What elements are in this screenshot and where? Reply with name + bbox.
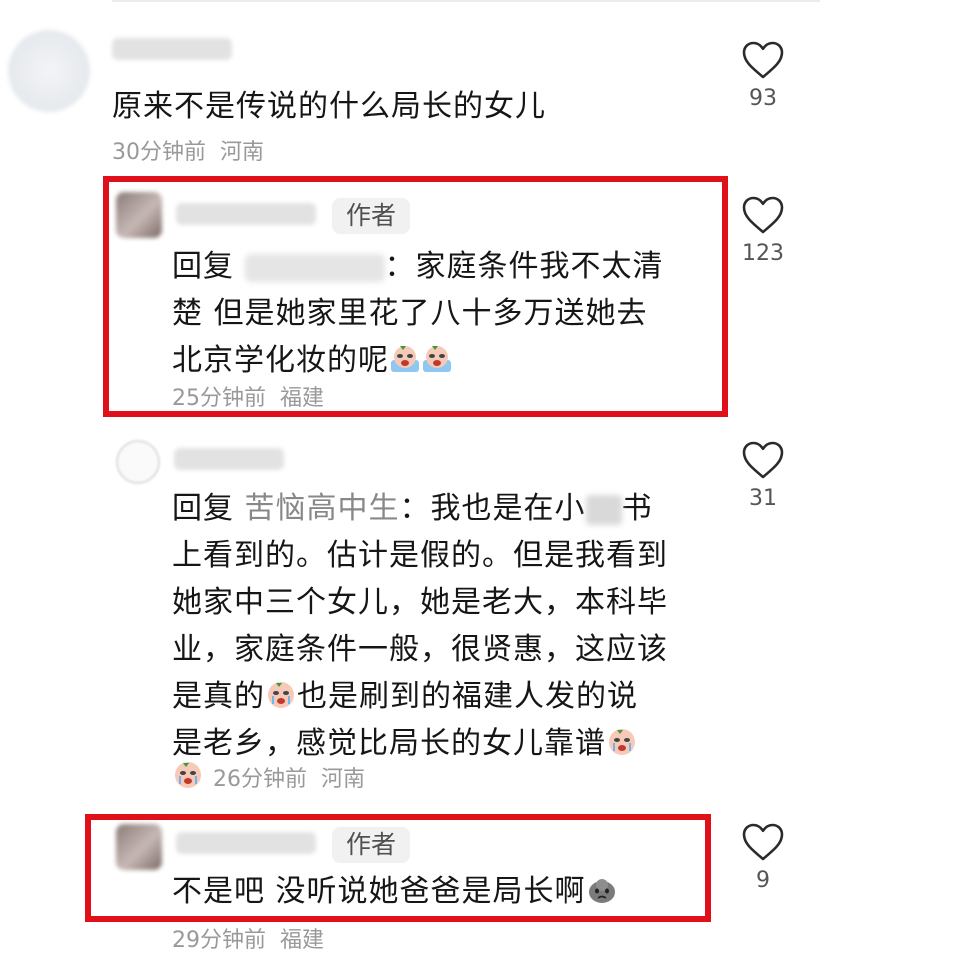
reply-label: 回复: [172, 249, 234, 284]
comment-meta: 26分钟前 河南: [172, 760, 365, 793]
reply-line-5-wrap: 是真的 也是刷到的福建人发的说: [172, 673, 638, 720]
like-button[interactable]: 93: [723, 40, 803, 111]
heart-outline-icon: [742, 441, 784, 479]
comment-meta: 25分钟前 福建: [172, 380, 324, 412]
username-blurred[interactable]: [176, 832, 316, 854]
comment-text: 原来不是传说的什么局长的女儿: [112, 89, 546, 124]
comment-time: 26分钟前: [213, 767, 307, 792]
comment-time: 29分钟前: [172, 928, 266, 953]
comment-time: 25分钟前: [172, 386, 266, 411]
comment-time: 30分钟前: [112, 140, 206, 165]
heart-outline-icon: [742, 196, 784, 234]
comment-text-wrap: 不是吧 没听说她爸爸是局长啊: [172, 868, 618, 915]
username-blurred[interactable]: [112, 38, 232, 60]
comment-location: 河南: [321, 767, 366, 792]
sweat-face-emoji: [588, 879, 615, 903]
reply-line-1b: 书: [621, 491, 653, 526]
reply-username-blurred[interactable]: [244, 253, 385, 282]
like-button[interactable]: 123: [723, 195, 803, 266]
platform-name-blurred: [585, 494, 622, 525]
crying-face-emoji: [175, 762, 201, 788]
reply-line-5b: 也是刷到的福建人发的说: [297, 679, 638, 714]
avatar[interactable]: [8, 30, 90, 112]
heart-outline-icon: [742, 41, 784, 79]
reply-text: 回复 ：家庭条件我不太清: [172, 243, 664, 290]
crying-face-emoji: [391, 346, 419, 372]
avatar[interactable]: [116, 824, 162, 870]
crying-face-emoji: [423, 346, 451, 372]
reply-line-3: 北京学化妆的呢: [172, 343, 389, 378]
like-count: 123: [742, 241, 784, 266]
comment-location: 河南: [220, 140, 265, 165]
comment-location: 福建: [280, 928, 325, 953]
comment-location: 福建: [280, 386, 325, 411]
username-blurred[interactable]: [174, 448, 284, 470]
reply-line-2: 上看到的。估计是假的。但是我看到: [172, 538, 668, 573]
reply-label: 回复: [172, 491, 234, 526]
avatar[interactable]: [116, 440, 160, 484]
reply-text: 回复 苦恼高中生：我也是在小书: [172, 485, 653, 532]
reply-username[interactable]: 苦恼高中生: [245, 491, 400, 526]
author-tag: 作者: [332, 198, 411, 234]
comment-meta: 30分钟前 河南: [112, 134, 264, 166]
top-divider: [112, 0, 820, 2]
comment-text: 不是吧 没听说她爸爸是局长啊: [172, 874, 586, 909]
reply-line-6: 是老乡，感觉比局长的女儿靠谱: [172, 726, 606, 761]
reply-line-1: ：家庭条件我不太清: [384, 249, 664, 284]
reply-line-2: 楚 但是她家里花了八十多万送她去: [172, 296, 648, 331]
reply-line-3: 她家中三个女儿，她是老大，本科毕: [172, 585, 668, 620]
crying-face-emoji: [268, 682, 294, 708]
author-tag: 作者: [332, 827, 411, 863]
like-button[interactable]: 31: [723, 440, 803, 511]
heart-outline-icon: [742, 823, 784, 861]
like-count: 31: [749, 486, 777, 511]
reply-line-4: 业，家庭条件一般，很贤惠，这应该: [172, 632, 668, 667]
reply-line-3-wrap: 北京学化妆的呢: [172, 337, 453, 384]
crying-face-emoji: [609, 729, 635, 755]
like-button[interactable]: 9: [723, 822, 803, 893]
like-count: 93: [749, 86, 777, 111]
reply-line-1a: ：我也是在小: [399, 491, 586, 526]
reply-line-5a: 是真的: [172, 679, 265, 714]
like-count: 9: [756, 868, 770, 893]
username-blurred[interactable]: [176, 203, 316, 225]
avatar[interactable]: [116, 192, 162, 238]
comment-meta: 29分钟前 福建: [172, 922, 324, 954]
